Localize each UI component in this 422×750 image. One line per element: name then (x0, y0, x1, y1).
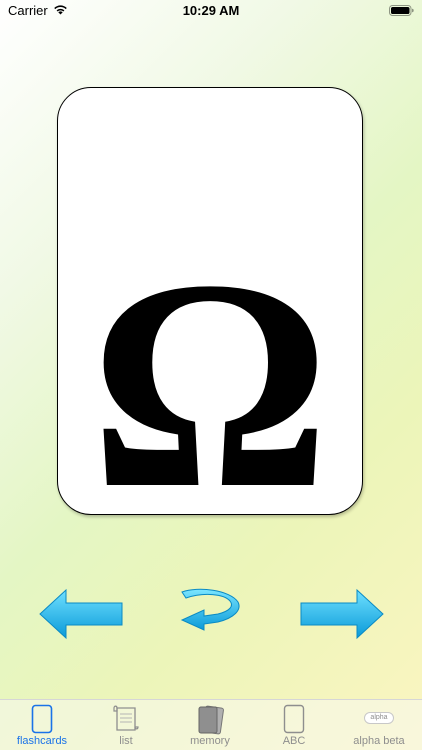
arrow-right-icon (300, 588, 384, 640)
tab-list[interactable]: list (84, 700, 168, 750)
tab-list-label: list (119, 735, 133, 747)
alpha-pill-text: alpha (370, 714, 388, 721)
arrow-left-icon (39, 588, 123, 640)
next-card-button[interactable] (299, 588, 385, 640)
clock-time: 10:29 AM (182, 3, 240, 18)
tab-abc-label: ABC (282, 735, 306, 747)
flashcard-letter: Ω (89, 218, 331, 550)
card-stack-icon (198, 705, 224, 735)
previous-card-button[interactable] (38, 588, 124, 640)
tab-flashcards[interactable]: flashcards (0, 700, 84, 750)
tab-memory-label: memory (190, 735, 230, 747)
tab-bar: flashcards list memory ABC alpha alpha b… (0, 699, 422, 750)
tab-alpha-beta-label: alpha beta (353, 735, 405, 747)
tab-alpha-beta[interactable]: alpha alpha beta (336, 700, 422, 750)
flashcard[interactable]: Ω (57, 87, 363, 550)
flip-arrow-icon (180, 588, 240, 631)
tab-abc[interactable]: ABC (252, 700, 336, 750)
alpha-pill-icon: alpha (364, 712, 394, 724)
card-outline-icon (283, 704, 305, 734)
flip-card-button[interactable] (178, 584, 244, 642)
status-bar: Carrier 10:29 AM (0, 0, 422, 22)
scroll-icon (113, 705, 139, 731)
flashcard-icon (31, 704, 53, 734)
tab-flashcards-label: flashcards (16, 735, 68, 747)
tab-memory[interactable]: memory (168, 700, 252, 750)
battery-icon (389, 5, 414, 16)
